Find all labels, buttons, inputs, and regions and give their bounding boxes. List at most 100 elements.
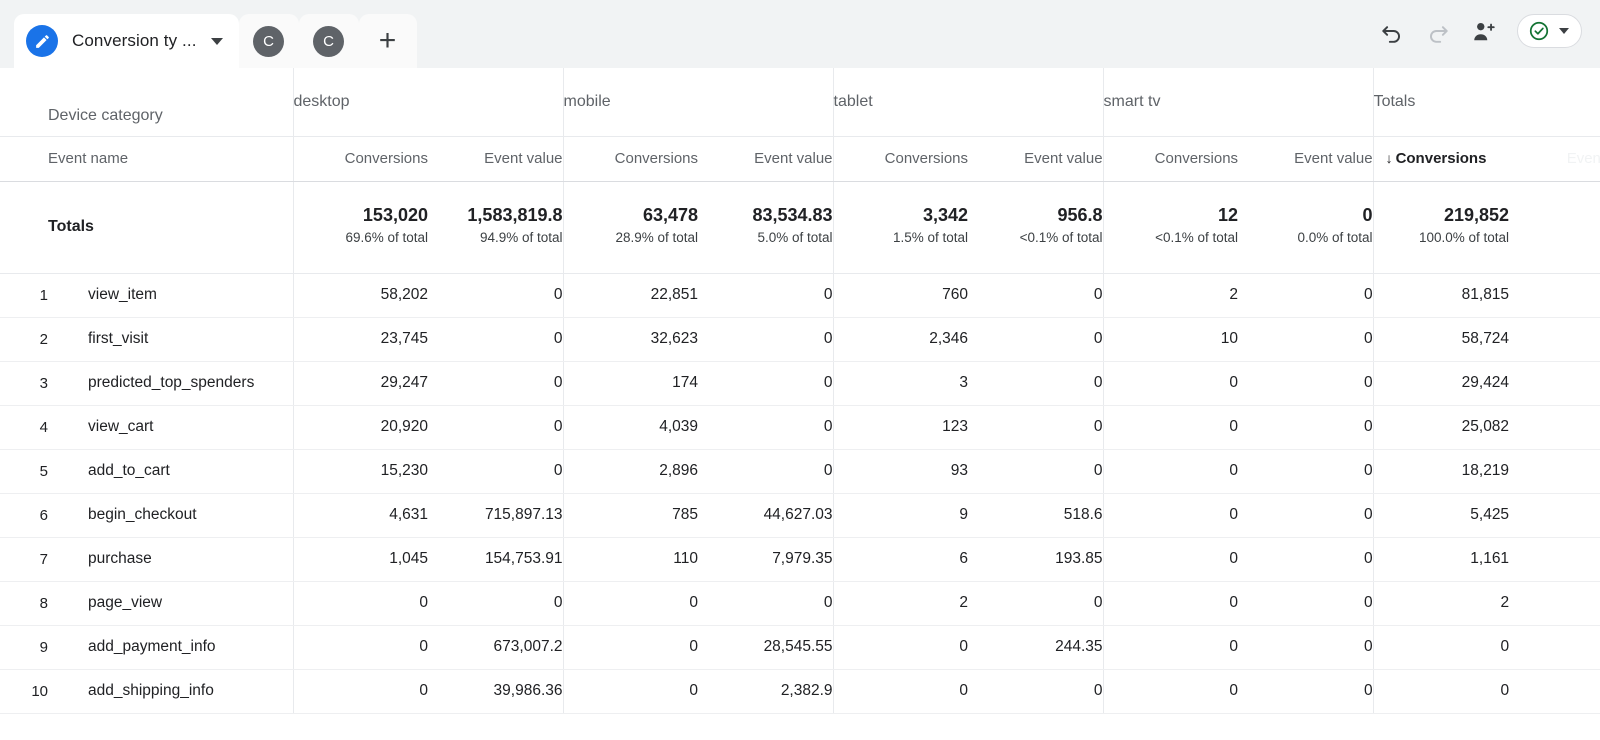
row-cutoff-cell [1509,317,1600,362]
row-event-name[interactable]: page_view [48,581,293,626]
totals-subtext: 5.0% of total [757,229,833,245]
metric-header-smart-tv-event-value[interactable]: Event value [1238,136,1374,182]
row-metric-cell: 0 [292,669,428,714]
avatar-c-icon: C [313,25,345,57]
group-header-desktop: desktop [292,68,564,137]
table-row[interactable]: 1 view_item 58,202 0 22,851 0 760 0 2 0 81,815 [0,273,1600,318]
table-row[interactable]: 5 add_to_cart 15,230 0 2,896 0 93 0 0 0 18,219 [0,449,1600,494]
row-metric-cell: 23,745 [292,317,428,362]
totals-value: 12 [1218,205,1239,226]
metric-header-totals-event-value-cutoff[interactable]: Event value [1509,136,1600,182]
row-event-name[interactable]: begin_checkout [48,493,293,538]
metric-header-mobile-event-value[interactable]: Event value [698,136,834,182]
row-metric-cell: 0 [1102,537,1239,582]
totals-subtext: 28.9% of total [615,229,699,245]
table-row[interactable]: 10 add_shipping_info 0 39,986.36 0 2,382.9 0 0 0… [0,669,1600,714]
metric-header-totals-conversions[interactable]: ↓ Conversions [1372,136,1510,182]
table-row[interactable]: 4 view_cart 20,920 0 4,039 0 123 0 0 0 25,082 [0,405,1600,450]
table-row[interactable]: 9 add_payment_info 0 673,007.2 0 28,545.55 0 24… [0,625,1600,670]
row-metric-cell: 0 [1102,361,1239,406]
table-row[interactable]: 7 purchase 1,045 154,753.91 110 7,979.35 6 193.… [0,537,1600,582]
row-metric-cell: 0 [1238,581,1374,626]
row-metric-cell: 29,424 [1372,361,1510,406]
add-tab-button[interactable]: + [358,14,417,68]
row-event-name[interactable]: predicted_top_spenders [48,361,293,406]
row-metric-cell: 4,039 [562,405,699,450]
row-metric-cell: 0 [1238,405,1374,450]
totals-subtext: 1.5% of total [892,229,969,245]
row-metric-cell: 174 [562,361,699,406]
tab-avatar-1[interactable]: C [238,14,299,68]
row-index: 1 [0,273,48,318]
redo-icon[interactable] [1425,18,1451,44]
row-metric-cell: 0 [968,273,1104,318]
row-metric-cell: 0 [1238,669,1374,714]
metric-header-desktop-conversions[interactable]: Conversions [292,136,428,182]
row-metric-cell: 0 [698,449,834,494]
row-metric-cell: 0 [1102,493,1239,538]
row-metric-cell: 0 [698,405,834,450]
metric-header-desktop-event-value[interactable]: Event value [428,136,564,182]
row-metric-cell: 2 [1372,581,1510,626]
top-toolbar: Conversion ty ... C C + [0,0,1600,68]
row-metric-cell: 0 [1102,449,1239,494]
row-event-name[interactable]: purchase [48,537,293,582]
row-metric-cell: 0 [1238,317,1374,362]
metric-header-tablet-event-value[interactable]: Event value [968,136,1104,182]
totals-cell-tablet-event-value: 956.8 <0.1% of total [968,181,1104,274]
row-metric-cell: 0 [428,405,564,450]
row-metric-cell: 2 [832,581,969,626]
row-index: 7 [0,537,48,582]
metric-header-tablet-conversions[interactable]: Conversions [832,136,969,182]
totals-subtext: <0.1% of total [1155,229,1239,245]
row-metric-cell: 0 [428,449,564,494]
row-metric-cell: 518.6 [968,493,1104,538]
row-metric-cell: 1,045 [292,537,428,582]
chevron-down-icon[interactable] [1559,28,1569,34]
row-metric-cell: 0 [968,449,1104,494]
tab-active-report[interactable]: Conversion ty ... [14,14,239,68]
row-index: 8 [0,581,48,626]
tab-avatar-2[interactable]: C [298,14,359,68]
undo-icon[interactable] [1379,18,1405,44]
row-metric-cell: 0 [832,625,969,670]
status-badge[interactable] [1517,14,1582,48]
metric-header-mobile-conversions[interactable]: Conversions [562,136,699,182]
row-metric-cell: 3 [832,361,969,406]
metric-header-smart-tv-conversions[interactable]: Conversions [1102,136,1239,182]
table-row[interactable]: 8 page_view 0 0 0 0 2 0 0 0 2 [0,581,1600,626]
row-cutoff-cell [1509,581,1600,626]
totals-cell-desktop-conversions: 153,020 69.6% of total [292,181,428,274]
row-event-name[interactable]: add_to_cart [48,449,293,494]
row-metric-cell: 58,202 [292,273,428,318]
row-event-name[interactable]: add_shipping_info [48,669,293,714]
report-table-container[interactable]: Device category desktop mobile tablet sm… [0,68,1600,740]
totals-cell-smart-tv-conversions: 12 <0.1% of total [1102,181,1239,274]
row-metric-cell: 0 [698,317,834,362]
totals-value: 83,534.83 [752,205,833,226]
row-event-name[interactable]: add_payment_info [48,625,293,670]
table-row[interactable]: 6 begin_checkout 4,631 715,897.13 785 44,627.… [0,493,1600,538]
add-person-icon[interactable] [1471,18,1497,44]
report-table: Device category desktop mobile tablet sm… [0,68,1600,714]
totals-value: 956.8 [1057,205,1103,226]
row-metric-cell: 18,219 [1372,449,1510,494]
totals-subtext: 100.0% of total [1418,229,1510,245]
table-row[interactable]: 2 first_visit 23,745 0 32,623 0 2,346 0 10 0 58,72… [0,317,1600,362]
row-event-name[interactable]: view_cart [48,405,293,450]
row-metric-cell: 2,896 [562,449,699,494]
totals-cell-grand-conversions: 219,852 100.0% of total [1372,181,1510,274]
row-event-name[interactable]: view_item [48,273,293,318]
dimension-label: Device category [0,68,293,137]
row-cutoff-cell [1509,669,1600,714]
chevron-down-icon[interactable] [210,37,223,45]
row-metric-cell: 0 [562,669,699,714]
toolbar-actions [1379,14,1582,48]
totals-value: 1,583,819.8 [467,205,563,226]
row-metric-cell: 0 [1238,273,1374,318]
table-row[interactable]: 3 predicted_top_spenders 29,247 0 174 0 3 0 0 0 29… [0,361,1600,406]
row-cutoff-cell [1509,625,1600,670]
row-metric-cell: 2 [1102,273,1239,318]
row-index: 5 [0,449,48,494]
row-event-name[interactable]: first_visit [48,317,293,362]
